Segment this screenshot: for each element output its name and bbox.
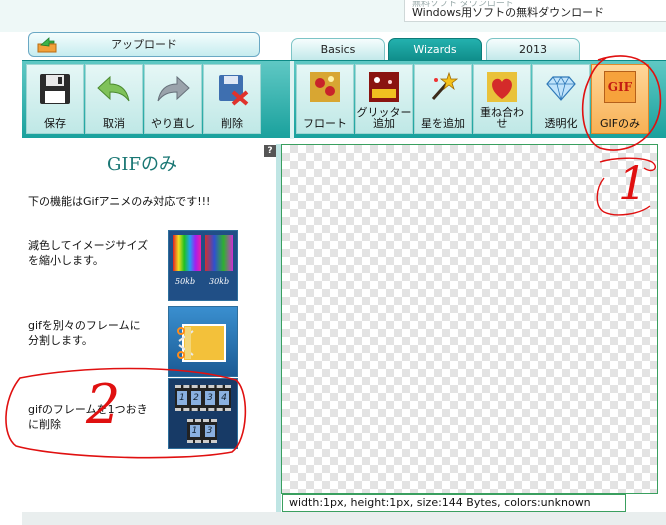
app-window: 無料ソフト ダウンロード Windows用ソフトの無料ダウンロード アップロード… xyxy=(0,0,666,525)
frame-label: 2 xyxy=(191,391,201,405)
frame-label: 1 xyxy=(189,425,200,437)
undo-label: 取消 xyxy=(103,117,125,130)
transparency-label: 透明化 xyxy=(544,117,578,130)
transparency-button[interactable]: 透明化 xyxy=(532,64,590,134)
size-label-a: 50kb xyxy=(175,277,196,286)
float-label: フロート xyxy=(303,117,347,130)
save-button[interactable]: 保存 xyxy=(26,64,84,134)
overlay-icon xyxy=(487,72,517,102)
undo-icon xyxy=(97,75,130,102)
annotation-mark-2: 2 xyxy=(86,373,121,436)
redo-icon xyxy=(157,75,190,102)
redo-label: やり直し xyxy=(151,117,195,130)
delete-icon xyxy=(219,75,249,106)
tab-2013[interactable]: 2013 xyxy=(486,38,580,61)
star-wand-icon xyxy=(431,71,459,100)
tab-basics[interactable]: Basics xyxy=(291,38,385,61)
split-frames-icon[interactable] xyxy=(168,306,238,377)
ad-line[interactable]: Windows用ソフトの無料ダウンロード xyxy=(412,7,666,18)
frame-label: 3 xyxy=(204,425,215,437)
spectrum-a xyxy=(173,235,201,271)
toolbar-separator xyxy=(290,61,294,139)
tab-wizards[interactable]: Wizards xyxy=(388,38,482,61)
reduce-colors-feature[interactable]: 減色してイメージサイズ を縮小します。 50kb 30kb xyxy=(28,230,268,304)
drop-frames-icon[interactable]: 1 2 3 4 1 3 xyxy=(168,378,238,449)
spectrum-b xyxy=(205,235,233,271)
add-star-button[interactable]: 星を追加 xyxy=(414,64,472,134)
gif-icon: GIF xyxy=(604,71,636,103)
glitter-button[interactable]: グリッター 追加 xyxy=(355,64,413,134)
split-frames-text: gifを別々のフレームに 分割します。 xyxy=(28,319,141,347)
delete-button[interactable]: 削除 xyxy=(203,64,261,134)
reduce-colors-icon[interactable]: 50kb 30kb xyxy=(168,230,238,301)
save-label: 保存 xyxy=(44,117,66,130)
film-scissors-icon xyxy=(177,324,226,362)
panel-title: GIFのみ xyxy=(107,154,177,175)
film-strip-top: 1 2 3 4 xyxy=(175,385,231,411)
panel-note: 下の機能はGifアニメのみ対応です!!! xyxy=(28,195,211,208)
reduce-colors-text: 減色してイメージサイズ を縮小します。 xyxy=(28,239,149,267)
gif-only-button[interactable]: GIF GIFのみ xyxy=(591,64,649,134)
frame-label: 1 xyxy=(177,391,187,405)
split-frames-feature[interactable]: gifを別々のフレームに 分割します。 xyxy=(28,304,268,378)
image-preview-canvas[interactable] xyxy=(281,144,658,494)
glitter-label: グリッター 追加 xyxy=(356,106,412,130)
add-star-label: 星を追加 xyxy=(421,117,465,130)
bottom-strip xyxy=(22,512,666,525)
help-icon[interactable]: ? xyxy=(264,145,276,157)
header-banner: 無料ソフト ダウンロード Windows用ソフトの無料ダウンロード xyxy=(0,0,666,32)
toolbar: 保存 取消 やり直し 削除 フロート グリッター 追加 星を追加 重ね合わ せ … xyxy=(22,60,666,139)
image-status-bar: width:1px, height:1px, size:144 Bytes, c… xyxy=(282,494,626,512)
redo-button[interactable]: やり直し xyxy=(144,64,202,134)
float-button[interactable]: フロート xyxy=(296,64,354,134)
glitter-icon xyxy=(369,72,399,102)
annotation-mark-1: 1 xyxy=(618,156,648,210)
frame-label: 4 xyxy=(219,391,229,405)
ad-box[interactable]: 無料ソフト ダウンロード Windows用ソフトの無料ダウンロード xyxy=(404,0,666,22)
drop-frames-feature[interactable]: gifのフレームを1つおき に削除 1 2 3 4 1 3 xyxy=(28,378,268,452)
size-label-b: 30kb xyxy=(209,277,230,286)
film-strip-bottom: 1 3 xyxy=(187,419,217,443)
delete-label: 削除 xyxy=(221,117,243,130)
overlay-button[interactable]: 重ね合わ せ xyxy=(473,64,531,134)
save-icon xyxy=(40,74,70,104)
upload-button[interactable]: アップロード xyxy=(28,32,260,57)
undo-button[interactable]: 取消 xyxy=(85,64,143,134)
upload-label: アップロード xyxy=(111,38,177,51)
diamond-icon xyxy=(546,76,576,101)
gif-only-label: GIFのみ xyxy=(599,117,641,130)
upload-icon xyxy=(37,37,57,53)
frame-label: 3 xyxy=(205,391,215,405)
gif-only-panel: ? GIFのみ 下の機能はGifアニメのみ対応です!!! 減色してイメージサイズ… xyxy=(22,144,276,512)
float-icon xyxy=(310,72,340,102)
overlay-label: 重ね合わ せ xyxy=(480,106,524,130)
